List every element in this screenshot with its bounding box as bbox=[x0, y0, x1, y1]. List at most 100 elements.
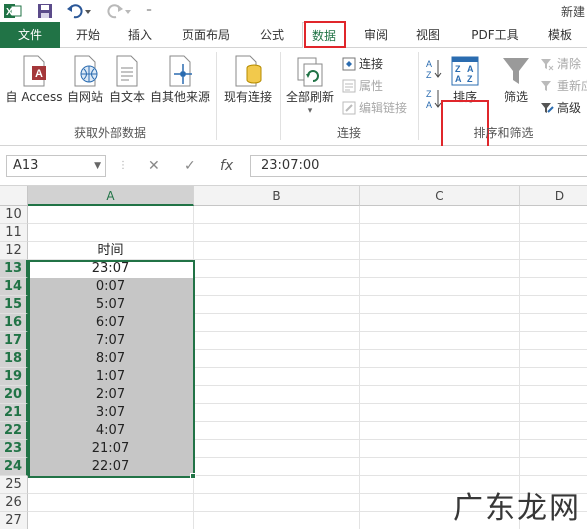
from-web-button[interactable]: 自网站 bbox=[64, 54, 106, 116]
cell-a[interactable] bbox=[28, 512, 194, 529]
name-box-dropdown-icon[interactable]: ▼ bbox=[94, 156, 101, 176]
row-header[interactable]: 20 bbox=[0, 386, 28, 404]
tab-insert[interactable]: 插入 bbox=[118, 22, 162, 48]
sort-ascending-button[interactable]: AZ bbox=[426, 58, 442, 82]
customize-quick-access-icon[interactable]: ⁼ bbox=[144, 2, 154, 20]
cell-a[interactable]: 8:07 bbox=[28, 350, 194, 368]
cell-a[interactable]: 时间 bbox=[28, 242, 194, 260]
cell-empty[interactable] bbox=[194, 494, 360, 512]
sort-descending-button[interactable]: ZA bbox=[426, 89, 442, 114]
row-header[interactable]: 17 bbox=[0, 332, 28, 350]
refresh-all-button[interactable]: 全部刷新 ▾ bbox=[284, 54, 336, 116]
advanced-filter-button[interactable]: 高级 bbox=[540, 98, 581, 118]
cell-a[interactable] bbox=[28, 476, 194, 494]
cell-a[interactable]: 6:07 bbox=[28, 314, 194, 332]
column-header-c[interactable]: C bbox=[360, 186, 520, 206]
cell-empty[interactable] bbox=[360, 224, 520, 242]
cell-a[interactable]: 5:07 bbox=[28, 296, 194, 314]
row-header[interactable]: 21 bbox=[0, 404, 28, 422]
redo-icon[interactable] bbox=[106, 2, 132, 20]
cell-empty[interactable] bbox=[360, 422, 520, 440]
cell-empty[interactable] bbox=[520, 350, 587, 368]
cell-empty[interactable] bbox=[520, 440, 587, 458]
edit-links-button[interactable]: 编辑链接 bbox=[342, 98, 407, 118]
cell-empty[interactable] bbox=[194, 224, 360, 242]
select-all-corner[interactable] bbox=[0, 186, 28, 206]
tab-review[interactable]: 审阅 bbox=[354, 22, 398, 48]
row-header[interactable]: 10 bbox=[0, 206, 28, 224]
properties-button[interactable]: 属性 bbox=[342, 76, 383, 96]
cell-empty[interactable] bbox=[360, 206, 520, 224]
from-access-button[interactable]: A 自 Access bbox=[4, 54, 64, 116]
cell-empty[interactable] bbox=[520, 296, 587, 314]
row-header[interactable]: 26 bbox=[0, 494, 28, 512]
cell-a[interactable]: 23:07 bbox=[28, 260, 194, 278]
cell-empty[interactable] bbox=[194, 404, 360, 422]
cell-empty[interactable] bbox=[520, 422, 587, 440]
cell-empty[interactable] bbox=[194, 476, 360, 494]
row-header[interactable]: 16 bbox=[0, 314, 28, 332]
fill-handle[interactable] bbox=[190, 473, 196, 479]
row-header[interactable]: 12 bbox=[0, 242, 28, 260]
cell-empty[interactable] bbox=[520, 368, 587, 386]
cell-a[interactable] bbox=[28, 494, 194, 512]
reapply-button[interactable]: 重新应用 bbox=[540, 76, 587, 96]
cell-empty[interactable] bbox=[360, 296, 520, 314]
row-header[interactable]: 14 bbox=[0, 278, 28, 296]
cell-a[interactable] bbox=[28, 224, 194, 242]
cell-empty[interactable] bbox=[520, 278, 587, 296]
cell-empty[interactable] bbox=[194, 296, 360, 314]
formula-bar-grip-icon[interactable]: ⋮ bbox=[118, 155, 128, 177]
column-header-d[interactable]: D bbox=[520, 186, 587, 206]
cancel-icon[interactable]: ✕ bbox=[148, 155, 160, 177]
cell-empty[interactable] bbox=[360, 332, 520, 350]
cell-empty[interactable] bbox=[520, 242, 587, 260]
row-header[interactable]: 27 bbox=[0, 512, 28, 529]
cell-empty[interactable] bbox=[194, 242, 360, 260]
name-box[interactable]: A13 ▼ bbox=[6, 155, 106, 177]
cell-empty[interactable] bbox=[194, 386, 360, 404]
cell-empty[interactable] bbox=[194, 260, 360, 278]
cell-empty[interactable] bbox=[194, 422, 360, 440]
from-text-button[interactable]: 自文本 bbox=[106, 54, 148, 116]
from-other-sources-button[interactable]: 自其他来源 bbox=[148, 54, 212, 116]
cell-a[interactable]: 2:07 bbox=[28, 386, 194, 404]
cell-a[interactable]: 3:07 bbox=[28, 404, 194, 422]
connections-button[interactable]: 连接 bbox=[342, 54, 383, 74]
cell-empty[interactable] bbox=[194, 368, 360, 386]
cell-empty[interactable] bbox=[360, 404, 520, 422]
row-header[interactable]: 24 bbox=[0, 458, 28, 476]
cell-a[interactable]: 1:07 bbox=[28, 368, 194, 386]
tab-file[interactable]: 文件 bbox=[0, 22, 60, 48]
cell-empty[interactable] bbox=[194, 440, 360, 458]
cell-a[interactable]: 4:07 bbox=[28, 422, 194, 440]
tab-formulas[interactable]: 公式 bbox=[250, 22, 294, 48]
row-header[interactable]: 19 bbox=[0, 368, 28, 386]
cell-empty[interactable] bbox=[360, 242, 520, 260]
save-icon[interactable] bbox=[36, 2, 54, 20]
cell-empty[interactable] bbox=[194, 278, 360, 296]
tab-view[interactable]: 视图 bbox=[406, 22, 450, 48]
formula-input[interactable]: 23:07:00 bbox=[250, 155, 587, 177]
tab-templates[interactable]: 模板 bbox=[538, 22, 582, 48]
cell-empty[interactable] bbox=[360, 260, 520, 278]
row-header[interactable]: 11 bbox=[0, 224, 28, 242]
cell-empty[interactable] bbox=[360, 314, 520, 332]
refresh-dropdown-icon[interactable]: ▾ bbox=[284, 104, 336, 118]
cell-empty[interactable] bbox=[194, 206, 360, 224]
cell-empty[interactable] bbox=[194, 512, 360, 529]
tab-page-layout[interactable]: 页面布局 bbox=[170, 22, 242, 48]
cell-a[interactable] bbox=[28, 206, 194, 224]
cell-empty[interactable] bbox=[194, 458, 360, 476]
enter-icon[interactable]: ✓ bbox=[184, 155, 196, 177]
cell-empty[interactable] bbox=[194, 350, 360, 368]
clear-filter-button[interactable]: 清除 bbox=[540, 54, 581, 74]
cell-a[interactable]: 22:07 bbox=[28, 458, 194, 476]
row-header[interactable]: 18 bbox=[0, 350, 28, 368]
cell-empty[interactable] bbox=[520, 260, 587, 278]
tab-pdf-tools[interactable]: PDF工具 bbox=[460, 22, 530, 48]
cell-empty[interactable] bbox=[360, 458, 520, 476]
cell-a[interactable]: 0:07 bbox=[28, 278, 194, 296]
insert-function-button[interactable]: fx bbox=[220, 155, 233, 177]
cell-empty[interactable] bbox=[520, 314, 587, 332]
